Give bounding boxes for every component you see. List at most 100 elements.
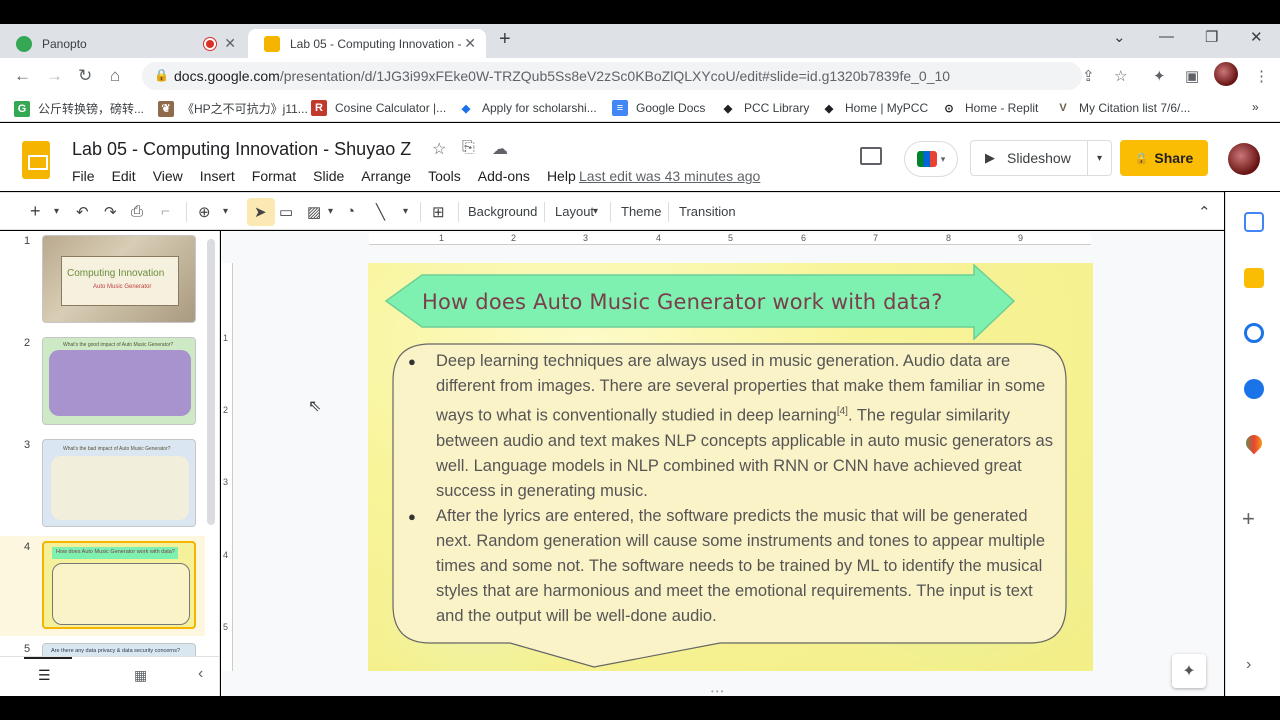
close-icon[interactable]: ✕: [464, 35, 476, 52]
new-slide-icon[interactable]: +: [30, 201, 41, 222]
menu-format[interactable]: Format: [252, 168, 296, 184]
chevron-down-icon[interactable]: ▾: [403, 206, 408, 217]
slide-thumbnail-1[interactable]: Computing Innovation Auto Music Generato…: [42, 235, 196, 323]
share-button[interactable]: 🔒 Share: [1120, 140, 1208, 176]
chrome-menu-icon[interactable]: ⋮: [1254, 67, 1269, 85]
star-icon[interactable]: ☆: [432, 139, 446, 159]
menu-arrange[interactable]: Arrange: [361, 168, 411, 184]
get-addons-icon[interactable]: +: [1242, 506, 1255, 532]
last-edit-link[interactable]: Last edit was 43 minutes ago: [579, 168, 760, 184]
undo-icon[interactable]: ↶: [76, 203, 89, 221]
forward-icon[interactable]: →: [46, 66, 63, 86]
layout-button[interactable]: Layout: [555, 204, 594, 219]
horizontal-ruler[interactable]: 1 2 3 4 5 6 7 8 9: [369, 233, 1091, 245]
theme-button[interactable]: Theme: [621, 204, 661, 219]
menu-file[interactable]: File: [72, 168, 95, 184]
line-icon[interactable]: ╲: [376, 203, 385, 221]
reload-icon[interactable]: ↻: [78, 66, 92, 86]
bookmark-item[interactable]: ❦ 《HP之不可抗力》j11...: [158, 100, 308, 117]
transition-button[interactable]: Transition: [679, 204, 736, 219]
text-box-icon[interactable]: ▭: [279, 203, 293, 221]
minimize-icon[interactable]: —: [1159, 28, 1174, 45]
menu-tools[interactable]: Tools: [428, 168, 461, 184]
chevron-down-icon[interactable]: ▾: [328, 206, 333, 217]
url-input[interactable]: 🔒 docs.google.com/presentation/d/1JG3i99…: [142, 62, 1082, 90]
slideshow-button[interactable]: ▶ Slideshow ▾: [970, 140, 1112, 176]
tab-panopto[interactable]: Panopto ✕: [0, 29, 246, 58]
more-bookmarks-icon[interactable]: »: [1252, 100, 1259, 114]
document-title[interactable]: Lab 05 - Computing Innovation - Shuyao Z: [72, 139, 411, 160]
comment-history-icon[interactable]: [860, 147, 882, 165]
grid-view-icon[interactable]: ▦: [134, 667, 147, 684]
bookmark-item[interactable]: ≡ Google Docs: [612, 100, 705, 116]
slides-logo-icon[interactable]: [22, 141, 50, 179]
explore-button[interactable]: ✦: [1172, 654, 1206, 688]
bookmark-item[interactable]: ◆ Home | MyPCC: [821, 100, 928, 116]
vertical-ruler[interactable]: 1 2 3 4 5: [221, 263, 233, 671]
tab-search-icon[interactable]: ⌄: [1113, 28, 1126, 46]
slide-body-text[interactable]: Deep learning techniques are always used…: [408, 349, 1062, 629]
bookmark-item[interactable]: ⊙ Home - Replit: [941, 100, 1038, 116]
back-icon[interactable]: ←: [14, 66, 31, 86]
select-cursor-icon[interactable]: ➤: [254, 203, 267, 221]
maps-icon[interactable]: [1242, 431, 1266, 455]
side-panel: + ›: [1225, 192, 1280, 696]
window-close-icon[interactable]: ✕: [1250, 28, 1263, 46]
home-icon[interactable]: ⌂: [110, 66, 120, 86]
chevron-down-icon[interactable]: ▾: [54, 206, 59, 217]
slideshow-options-chevron-icon[interactable]: ▾: [1087, 141, 1111, 175]
slide-thumbnail-4[interactable]: How does Auto Music Generator work with …: [42, 541, 196, 629]
slide-thumbnail-3[interactable]: What's the bad impact of Auto Music Gene…: [42, 439, 196, 527]
slide-thumbnail-2[interactable]: What's the good impact of Auto Music Gen…: [42, 337, 196, 425]
filmstrip-view-icon[interactable]: ☰: [38, 667, 51, 684]
meet-button[interactable]: ▾: [904, 141, 958, 177]
new-tab-button[interactable]: +: [499, 28, 511, 51]
hide-filmstrip-icon[interactable]: ‹: [198, 665, 203, 683]
toolbar-divider: [668, 202, 669, 222]
tab-lab05[interactable]: Lab 05 - Computing Innovation - ✕: [248, 29, 486, 58]
bookmark-item[interactable]: ◆ Apply for scholarshi...: [458, 100, 597, 116]
extensions-icon[interactable]: ✦: [1153, 67, 1166, 85]
account-avatar[interactable]: [1228, 143, 1260, 175]
zoom-icon[interactable]: ⊕: [198, 203, 211, 221]
filmstrip-scrollbar[interactable]: [207, 239, 215, 525]
bookmark-item[interactable]: V My Citation list 7/6/...: [1055, 100, 1190, 116]
bookmark-item[interactable]: G 公斤转换镑，磅转...: [14, 100, 144, 117]
share-page-icon[interactable]: ⇪: [1082, 67, 1095, 85]
move-folder-icon[interactable]: ⎘: [462, 139, 475, 157]
slide-title[interactable]: How does Auto Music Generator work with …: [422, 290, 943, 314]
keep-icon[interactable]: [1244, 268, 1264, 288]
contacts-icon[interactable]: [1244, 379, 1264, 399]
background-button[interactable]: Background: [468, 204, 537, 219]
show-side-panel-icon[interactable]: ›: [1246, 656, 1251, 674]
chevron-down-icon[interactable]: ▾: [593, 206, 598, 217]
profile-avatar[interactable]: [1214, 62, 1238, 86]
menu-slide[interactable]: Slide: [313, 168, 344, 184]
menu-edit[interactable]: Edit: [112, 168, 136, 184]
collapse-toolbar-icon[interactable]: ⌃: [1198, 203, 1211, 221]
bookmark-star-icon[interactable]: ☆: [1114, 67, 1127, 85]
sidebar-icon[interactable]: ▣: [1185, 67, 1199, 85]
bookmark-item[interactable]: ◆ PCC Library: [720, 100, 810, 116]
image-icon[interactable]: ▨: [307, 203, 321, 221]
calendar-icon[interactable]: [1244, 212, 1264, 232]
current-slide[interactable]: How does Auto Music Generator work with …: [368, 263, 1093, 671]
menu-insert[interactable]: Insert: [200, 168, 235, 184]
print-icon[interactable]: ⎙: [131, 203, 143, 220]
add-comment-icon[interactable]: ⊞: [432, 203, 445, 221]
ruler-tick: 1: [223, 333, 229, 343]
cloud-saved-icon[interactable]: ☁: [492, 139, 508, 159]
close-icon[interactable]: ✕: [224, 35, 236, 52]
tasks-icon[interactable]: [1244, 323, 1264, 343]
menu-addons[interactable]: Add-ons: [478, 168, 530, 184]
shape-icon[interactable]: ◔: [346, 203, 355, 220]
paint-format-icon[interactable]: ⌐: [161, 203, 170, 220]
bookmark-icon: ◆: [461, 102, 471, 115]
menu-help[interactable]: Help: [547, 168, 576, 184]
redo-icon[interactable]: ↷: [104, 203, 117, 221]
chevron-down-icon[interactable]: ▾: [223, 206, 228, 217]
restore-icon[interactable]: ❐: [1205, 28, 1218, 46]
resize-handle-icon[interactable]: •••: [711, 687, 725, 696]
bookmark-item[interactable]: R Cosine Calculator |...: [311, 100, 446, 116]
menu-view[interactable]: View: [153, 168, 183, 184]
